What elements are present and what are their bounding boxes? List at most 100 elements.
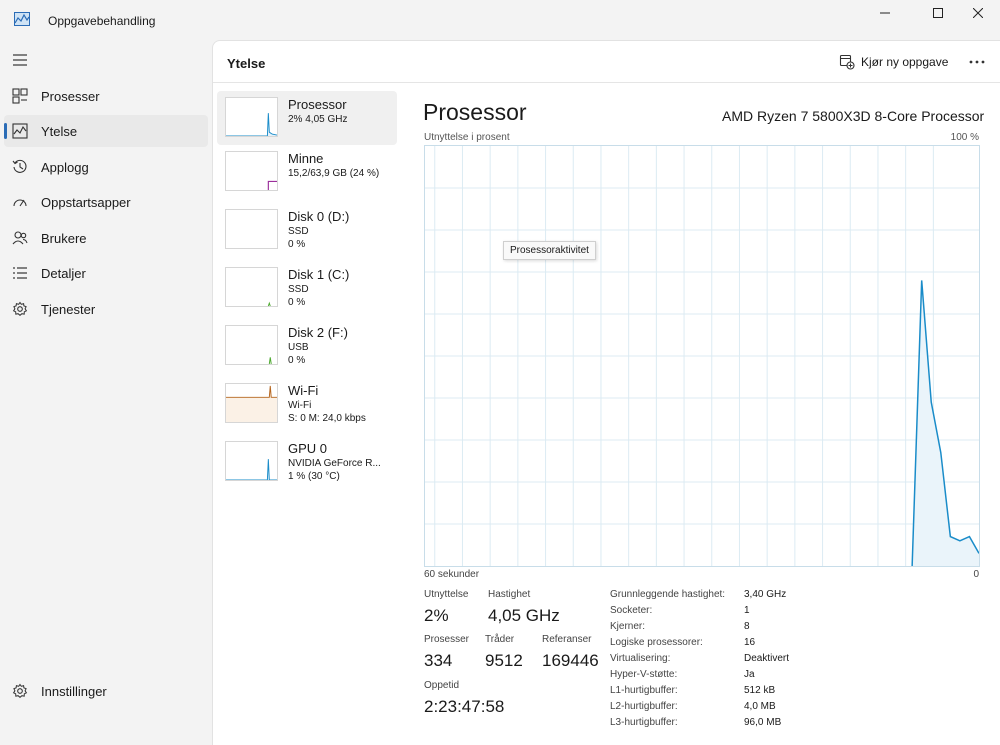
selection-indicator [4,123,7,139]
processes-value: 334 [424,651,453,670]
spec-value: 512 kB [744,685,776,696]
page-title: Ytelse [227,56,266,71]
device-usage: 0 % [288,239,306,250]
spec-value: 8 [744,621,750,632]
sidebar-item-label: Applogg [41,160,89,175]
detail-title: Prosessor [423,99,527,125]
device-info: Wi-Fi [288,400,312,411]
hamburger-menu-icon[interactable] [12,52,30,68]
details-list-icon [13,267,27,279]
graph-x-left-label: 60 sekunder [424,569,480,580]
sidebar-item-startup-apps[interactable]: Oppstartsapper [4,186,208,218]
uptime-value: 2:23:47:58 [424,697,505,716]
new-task-icon [839,54,855,70]
sidebar-item-details[interactable]: Detaljer [4,257,208,289]
spec-label: L1-hurtigbuffer: [610,685,678,696]
memory-thumbnail-graph [225,151,278,191]
sidebar-item-performance[interactable]: Ytelse [4,115,208,147]
device-name: Disk 1 (C:) [288,267,350,282]
sidebar-item-label: Detaljer [41,266,86,281]
title-bar: Oppgavebehandling [0,0,1000,40]
more-options-icon[interactable] [965,53,989,71]
spec-label: Socketer: [610,605,653,616]
sidebar-item-label: Brukere [41,231,87,246]
device-name: GPU 0 [288,441,328,456]
graph-x-right-label: 0 [973,569,979,580]
speed-label: Hastighet [488,589,531,600]
device-item-gpu[interactable]: GPU 0 NVIDIA GeForce R... 1 % (30 °C) [217,435,397,489]
device-info: SSD [288,226,309,237]
run-new-task-button[interactable]: Kjør ny oppgave [839,51,948,73]
device-usage: 0 % [288,355,306,366]
device-info: SSD [288,284,309,295]
sidebar-item-label: Innstillinger [41,684,107,699]
device-item-disk-0[interactable]: Disk 0 (D:) SSD 0 % [217,203,397,257]
close-button[interactable] [955,0,1000,26]
sidebar-item-settings[interactable]: Innstillinger [4,675,208,707]
services-gear-icon [12,301,28,316]
spec-label: L2-hurtigbuffer: [610,701,678,712]
spec-value: 1 [744,605,750,616]
device-info: USB [288,342,309,353]
gpu-thumbnail-graph [225,441,278,481]
processes-grid-icon [12,88,28,104]
device-name: Disk 2 (F:) [288,325,348,340]
uptime-label: Oppetid [424,680,460,691]
device-item-cpu[interactable]: Prosessor 2% 4,05 GHz [217,91,397,145]
settings-gear-icon [12,683,28,698]
app-title: Oppgavebehandling [48,14,156,28]
disk-1-thumbnail-graph [225,267,278,307]
handles-label: Referanser [542,634,592,645]
device-item-disk-2[interactable]: Disk 2 (F:) USB 0 % [217,319,397,373]
cpu-model-name: AMD Ryzen 7 5800X3D 8-Core Processor [722,108,985,124]
device-info: NVIDIA GeForce R... [288,458,381,469]
device-info: 15,2/63,9 GB (24 %) [288,168,380,179]
device-usage: 1 % (30 °C) [288,471,340,482]
sidebar-item-processes[interactable]: Prosesser [4,80,208,112]
sidebar-item-label: Oppstartsapper [41,195,131,210]
graph-y-max: 100 % [950,132,979,143]
wifi-thumbnail-graph [225,383,278,423]
sidebar-item-users[interactable]: Brukere [4,222,208,254]
graph-y-label: Utnyttelse i prosent [424,132,510,143]
device-info: 2% 4,05 GHz [288,114,348,125]
device-item-disk-1[interactable]: Disk 1 (C:) SSD 0 % [217,261,397,315]
spec-label: Grunnleggende hastighet: [610,589,726,600]
cpu-utilization-graph[interactable] [424,145,980,567]
sidebar-item-label: Ytelse [41,124,78,139]
spec-value: Deaktivert [744,653,790,664]
device-name: Disk 0 (D:) [288,209,350,224]
spec-value: Ja [744,669,755,680]
spec-label: Virtualisering: [610,653,671,664]
sidebar-item-app-history[interactable]: Applogg [4,151,208,183]
sidebar: Prosesser Ytelse Applogg Oppstartsapper [0,40,212,745]
device-item-memory[interactable]: Minne 15,2/63,9 GB (24 %) [217,145,397,199]
spec-value: 3,40 GHz [744,589,787,600]
device-usage: S: 0 M: 24,0 kbps [288,413,366,424]
minimize-icon [880,12,890,14]
sidebar-item-label: Tjenester [41,302,96,317]
device-usage: 0 % [288,297,306,308]
sidebar-item-services[interactable]: Tjenester [4,293,208,325]
device-name: Minne [288,151,324,166]
run-new-task-label: Kjør ny oppgave [861,55,949,69]
disk-2-thumbnail-graph [225,325,278,365]
spec-label: L3-hurtigbuffer: [610,717,678,728]
cpu-utilization-area [912,280,979,566]
device-name: Wi-Fi [288,383,319,398]
cpu-thumbnail-graph [225,97,278,137]
history-icon [12,159,27,173]
minimize-button[interactable] [862,0,908,26]
spec-label: Logiske prosessorer: [610,637,703,648]
disk-0-thumbnail-graph [225,209,278,249]
spec-label: Kjerner: [610,621,646,632]
close-icon [973,8,983,18]
device-name: Prosessor [288,97,347,112]
spec-value: 96,0 MB [744,717,782,728]
content-header: Ytelse Kjør ny oppgave [213,41,1000,83]
processes-label: Prosesser [424,634,470,645]
handles-value: 169446 [542,651,599,670]
utilization-value: 2% [424,606,449,625]
threads-value: 9512 [485,651,523,670]
device-item-wifi[interactable]: Wi-Fi Wi-Fi S: 0 M: 24,0 kbps [217,377,397,431]
